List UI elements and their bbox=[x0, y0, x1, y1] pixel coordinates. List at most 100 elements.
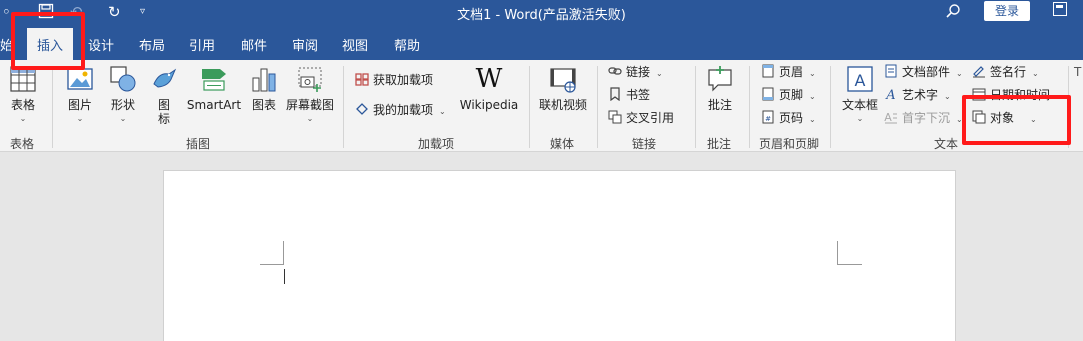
group-separator bbox=[52, 66, 53, 148]
drop-cap-label: 首字下沉 bbox=[902, 111, 951, 125]
wordart-button[interactable]: A 艺术字 ⌄ bbox=[884, 85, 951, 105]
icons-label-1: 图 bbox=[157, 98, 170, 112]
chevron-down-icon: ⌄ bbox=[306, 114, 314, 123]
chart-label: 图表 bbox=[251, 98, 276, 112]
text-box-icon: A bbox=[847, 66, 873, 92]
store-icon bbox=[355, 73, 369, 86]
text-cursor bbox=[284, 269, 285, 284]
sign-in-button[interactable]: 登录 bbox=[984, 1, 1030, 21]
screenshot-button[interactable]: 屏幕截图 ⌄ bbox=[285, 64, 335, 124]
page-number-icon: # bbox=[762, 110, 774, 124]
wikipedia-icon: W bbox=[475, 64, 503, 94]
icons-button[interactable]: 图 标 bbox=[148, 64, 180, 126]
quick-parts-label: 文档部件 bbox=[902, 65, 951, 79]
svg-text:A: A bbox=[884, 111, 892, 124]
group-label-links: 链接 bbox=[632, 137, 657, 151]
chevron-down-icon: ⌄ bbox=[809, 69, 816, 78]
screenshot-icon bbox=[298, 67, 322, 92]
page-number-button[interactable]: # 页码 ⌄ bbox=[761, 108, 816, 128]
bookmark-button[interactable]: 书签 bbox=[608, 85, 650, 105]
chevron-down-icon: ⌄ bbox=[956, 69, 963, 78]
search-icon[interactable] bbox=[945, 3, 961, 23]
wikipedia-label: Wikipedia bbox=[459, 98, 519, 112]
group-separator bbox=[343, 66, 344, 148]
chevron-down-icon: ⌄ bbox=[656, 69, 663, 78]
group-separator bbox=[695, 66, 696, 148]
screenshot-label: 屏幕截图 bbox=[285, 98, 334, 112]
picture-button[interactable]: 图片 ⌄ bbox=[62, 64, 98, 124]
crop-mark bbox=[283, 241, 284, 265]
smartart-icon bbox=[202, 69, 226, 91]
drop-cap-button[interactable]: A 首字下沉 ⌄ bbox=[884, 108, 962, 128]
text-box-label: 文本框 bbox=[841, 98, 878, 112]
footer-button[interactable]: 页脚 ⌄ bbox=[761, 85, 816, 105]
chevron-down-icon: ⌄ bbox=[1032, 69, 1039, 78]
table-button[interactable]: 表格 ⌄ bbox=[6, 64, 40, 124]
wikipedia-button[interactable]: W Wikipedia bbox=[458, 64, 520, 112]
cross-reference-button[interactable]: 交叉引用 bbox=[608, 108, 674, 128]
picture-label: 图片 bbox=[67, 98, 92, 112]
shapes-button[interactable]: 形状 ⌄ bbox=[106, 64, 140, 124]
ribbon-display-icon[interactable] bbox=[1053, 2, 1067, 16]
svg-text:A: A bbox=[885, 88, 895, 101]
get-addins-label: 获取加载项 bbox=[373, 73, 434, 87]
header-button[interactable]: 页眉 ⌄ bbox=[761, 62, 816, 82]
quick-parts-icon bbox=[885, 64, 897, 78]
icons-label-2: 标 bbox=[157, 112, 170, 126]
footer-label: 页脚 bbox=[779, 88, 804, 102]
tab-design[interactable]: 设计 bbox=[88, 35, 114, 54]
svg-text:#: # bbox=[765, 115, 771, 123]
group-separator bbox=[749, 66, 750, 148]
online-video-label: 联机视频 bbox=[538, 98, 587, 112]
new-comment-button[interactable]: 批注 bbox=[702, 64, 738, 112]
footer-icon bbox=[762, 87, 774, 101]
crop-mark bbox=[260, 264, 284, 265]
group-label-media: 媒体 bbox=[550, 137, 575, 151]
tab-layout[interactable]: 布局 bbox=[139, 35, 165, 54]
group-label-header-footer: 页眉和页脚 bbox=[759, 137, 820, 151]
symbol-icon[interactable]: T bbox=[1074, 62, 1081, 82]
link-label: 链接 bbox=[626, 65, 651, 79]
new-comment-label: 批注 bbox=[707, 98, 732, 112]
quick-parts-button[interactable]: 文档部件 ⌄ bbox=[884, 62, 963, 82]
my-addins-button[interactable]: 我的加载项 ⌄ bbox=[355, 100, 446, 120]
shapes-icon bbox=[110, 66, 136, 92]
smartart-button[interactable]: SmartArt bbox=[186, 64, 242, 112]
chevron-down-icon: ⌄ bbox=[944, 92, 951, 101]
group-separator bbox=[529, 66, 530, 148]
chevron-down-icon: ⌄ bbox=[19, 114, 27, 123]
tab-references[interactable]: 引用 bbox=[189, 35, 215, 54]
tab-mailings[interactable]: 邮件 bbox=[241, 35, 267, 54]
chevron-down-icon: ⌄ bbox=[856, 114, 864, 123]
crop-mark bbox=[838, 264, 862, 265]
link-button[interactable]: 链接 ⌄ bbox=[608, 62, 663, 82]
signature-line-label: 签名行 bbox=[990, 65, 1027, 79]
bookmark-label: 书签 bbox=[626, 88, 651, 102]
highlight-insert-tab bbox=[11, 12, 85, 70]
tab-view[interactable]: 视图 bbox=[342, 35, 368, 54]
bookmark-icon bbox=[610, 87, 620, 101]
document-page[interactable] bbox=[163, 170, 956, 341]
page-number-label: 页码 bbox=[779, 111, 804, 125]
shapes-label: 形状 bbox=[110, 98, 135, 112]
get-addins-button[interactable]: 获取加载项 bbox=[355, 70, 433, 90]
online-video-button[interactable]: 联机视频 bbox=[537, 64, 589, 112]
link-icon bbox=[608, 67, 622, 75]
document-title: 文档1 - Word(产品激活失败) bbox=[457, 8, 626, 23]
group-label-illustrations: 插图 bbox=[186, 137, 211, 151]
smartart-label: SmartArt bbox=[186, 98, 242, 112]
group-label-comments: 批注 bbox=[707, 137, 732, 151]
chevron-down-icon: ⌄ bbox=[439, 107, 446, 116]
wordart-label: 艺术字 bbox=[902, 88, 939, 102]
tab-review[interactable]: 审阅 bbox=[292, 35, 318, 54]
highlight-object-button bbox=[962, 95, 1071, 145]
ribbon-tab-row: 始 插入 设计 布局 引用 邮件 审阅 视图 帮助 bbox=[0, 26, 1083, 60]
text-box-button[interactable]: A 文本框 ⌄ bbox=[838, 64, 882, 124]
my-addins-label: 我的加载项 bbox=[373, 103, 434, 117]
chevron-down-icon: ⌄ bbox=[809, 115, 816, 124]
tab-help[interactable]: 帮助 bbox=[394, 35, 420, 54]
signature-line-icon bbox=[973, 66, 985, 78]
chart-button[interactable]: 图表 bbox=[248, 64, 280, 112]
icons-bird-icon bbox=[153, 68, 177, 88]
signature-line-button[interactable]: 签名行 ⌄ bbox=[972, 62, 1039, 82]
